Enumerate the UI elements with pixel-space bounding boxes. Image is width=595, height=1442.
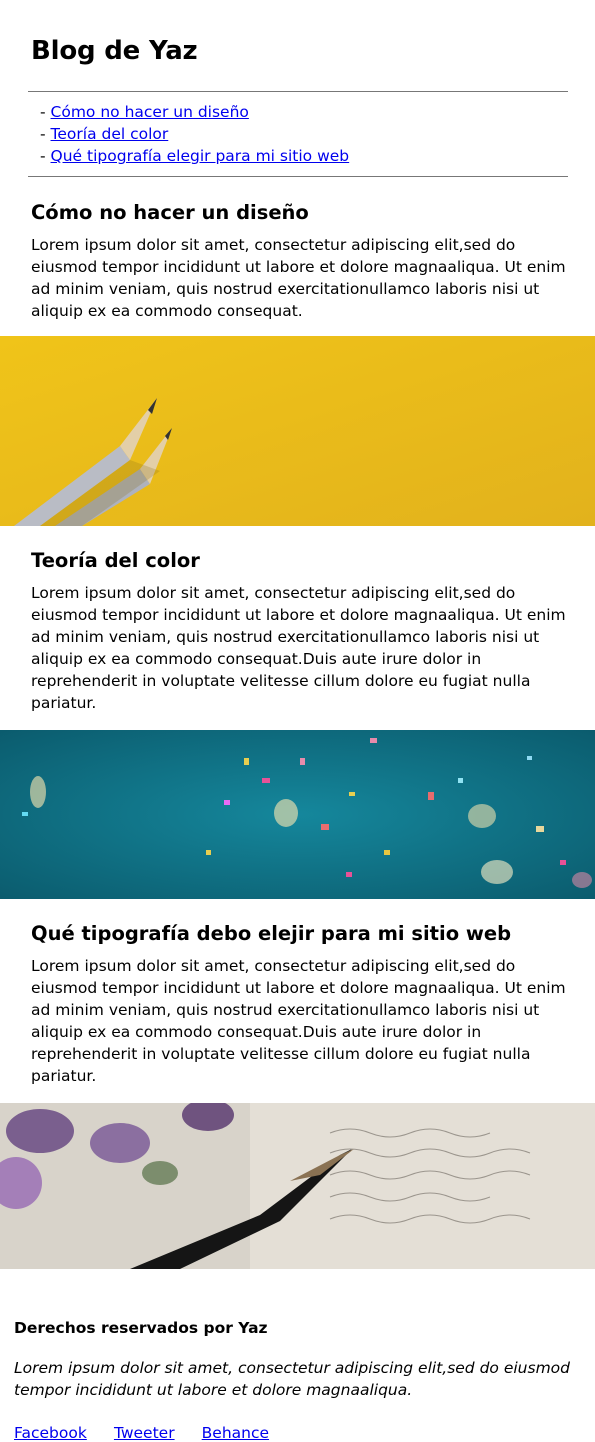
post-title: Cómo no hacer un diseño [31,201,309,224]
toc-dash: - [40,125,46,143]
twitter-link[interactable]: Tweeter [114,1424,175,1442]
toc-link-color[interactable]: Teoría del color [51,125,169,143]
toc-item: - Teoría del color [40,123,567,145]
post-body: Lorem ipsum dolor sit amet, consectetur … [31,236,566,320]
social-links: Facebook Tweeter Behance [14,1423,581,1442]
facebook-link[interactable]: Facebook [14,1424,87,1442]
post-body: Lorem ipsum dolor sit amet, consectetur … [31,584,566,712]
fountain-pen-photo [0,1103,595,1269]
confetti-photo [0,730,595,899]
toc-dash: - [40,147,46,165]
toc-link-diseno[interactable]: Cómo no hacer un diseño [51,103,249,121]
toc-item: - Qué tipografía elegir para mi sitio we… [40,145,567,167]
toc-item: - Cómo no hacer un diseño [40,101,567,123]
table-of-contents: - Cómo no hacer un diseño - Teoría del c… [31,92,567,176]
footer-note: Lorem ipsum dolor sit amet, consectetur … [14,1359,570,1399]
behance-link[interactable]: Behance [202,1424,269,1442]
post-title: Qué tipografía debo elejir para mi sitio… [31,922,512,945]
post-title: Teoría del color [31,549,200,572]
toc-dash: - [40,103,46,121]
footer: Derechos reservados por Yaz Lorem ipsum … [0,1319,595,1442]
blog-title: Blog de Yaz [31,36,198,66]
pencils-photo [0,336,595,526]
post-body: Lorem ipsum dolor sit amet, consectetur … [31,957,566,1085]
copyright-text: Derechos reservados por Yaz [14,1319,268,1337]
toc-link-tipografia[interactable]: Qué tipografía elegir para mi sitio web [51,147,350,165]
